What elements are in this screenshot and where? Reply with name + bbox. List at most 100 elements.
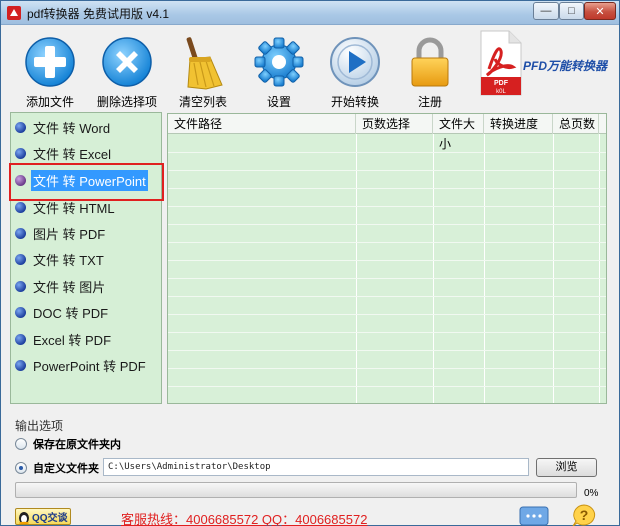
radio-button-checked[interactable] xyxy=(15,462,27,474)
radio-dot-icon xyxy=(15,280,26,292)
radio-dot-icon xyxy=(15,201,26,213)
conversion-item-image-to-pdf[interactable]: 图片 转 PDF xyxy=(15,222,159,244)
conversion-item-doc-to-pdf[interactable]: DOC 转 PDF xyxy=(15,301,159,323)
title-bar[interactable]: pdf转换器 免费试用版 v4.1 — □ ✕ xyxy=(1,1,619,25)
play-icon xyxy=(330,37,380,87)
gear-icon xyxy=(254,37,304,87)
radio-dot-icon xyxy=(15,253,26,265)
radio-dot-icon xyxy=(15,306,26,318)
svg-text:?: ? xyxy=(580,507,589,523)
grid-line xyxy=(168,170,606,171)
grid-line xyxy=(553,134,554,403)
settings-label: 设置 xyxy=(266,95,291,109)
column-header-file-path[interactable]: 文件路径 xyxy=(168,114,356,134)
grid-line xyxy=(168,206,606,207)
output-path-input[interactable]: C:\Users\Administrator\Desktop xyxy=(103,458,529,476)
output-options-title: 输出选项 xyxy=(15,419,64,433)
conversion-type-list: 文件 转 Word 文件 转 Excel 文件 转 PowerPoint 文件 … xyxy=(10,112,162,404)
broom-icon xyxy=(186,37,223,90)
option-keep-original-folder[interactable]: 保存在原文件夹内 xyxy=(15,436,121,452)
maximize-button[interactable]: □ xyxy=(559,2,584,20)
plus-icon xyxy=(25,37,75,87)
logo-sub-text: k0L xyxy=(496,89,506,95)
conversion-item-label: 文件 转 Excel xyxy=(33,146,112,162)
conversion-item-label: 文件 转 TXT xyxy=(33,252,104,268)
option-label: 保存在原文件夹内 xyxy=(33,439,121,451)
grid-line xyxy=(168,152,606,153)
conversion-item-excel-to-pdf[interactable]: Excel 转 PDF xyxy=(15,328,159,350)
start-convert-label: 开始转换 xyxy=(330,95,379,109)
conversion-item-image[interactable]: 文件 转 图片 xyxy=(15,275,159,297)
file-table[interactable]: 文件路径 页数选择 文件大小 转换进度 总页数 xyxy=(167,113,607,404)
remove-selected-button[interactable]: 删除选择项 xyxy=(87,31,167,109)
conversion-item-label: 文件 转 图片 xyxy=(33,279,106,295)
brand-name: PFD万能转换器 xyxy=(523,59,608,73)
grid-line xyxy=(168,188,606,189)
radio-dot-icon xyxy=(15,359,26,371)
logo-pdf-text: PDF xyxy=(494,80,509,87)
settings-button[interactable]: 设置 xyxy=(239,31,319,109)
add-files-label: 添加文件 xyxy=(25,95,74,109)
column-header-total-pages[interactable]: 总页数 xyxy=(553,114,599,134)
penguin-icon xyxy=(19,511,29,524)
column-header-file-size[interactable]: 文件大小 xyxy=(433,114,484,151)
window-title: pdf转换器 免费试用版 v4.1 xyxy=(27,7,170,21)
radio-dot-icon xyxy=(15,147,26,159)
progress-percent: 0% xyxy=(584,488,599,499)
app-icon xyxy=(7,6,21,20)
conversion-item-powerpoint-to-pdf[interactable]: PowerPoint 转 PDF xyxy=(15,354,159,376)
register-button[interactable]: 注册 xyxy=(390,31,470,109)
browse-button[interactable]: 浏览 xyxy=(536,458,597,477)
minimize-button[interactable]: — xyxy=(533,2,559,20)
table-header: 文件路径 页数选择 文件大小 转换进度 总页数 xyxy=(168,114,606,151)
radio-dot-icon xyxy=(15,227,26,239)
start-convert-button[interactable]: 开始转换 xyxy=(315,31,395,109)
grid-line xyxy=(599,134,600,403)
radio-dot-icon xyxy=(15,121,26,133)
grid-line xyxy=(168,260,606,261)
option-label: 自定义文件夹 xyxy=(33,463,99,475)
app-window: pdf转换器 免费试用版 v4.1 — □ ✕ 添加文件 删除选择项 清空列表 xyxy=(0,0,620,526)
column-header-page-select[interactable]: 页数选择 xyxy=(356,114,433,134)
grid-line xyxy=(168,278,606,279)
progress-bar xyxy=(15,482,577,498)
close-button[interactable]: ✕ xyxy=(584,2,616,20)
grid-line xyxy=(356,134,357,403)
clear-list-button[interactable]: 清空列表 xyxy=(163,31,243,109)
conversion-item-label: PowerPoint 转 PDF xyxy=(33,358,146,374)
grid-line xyxy=(168,332,606,333)
column-header-progress[interactable]: 转换进度 xyxy=(484,114,553,134)
qq-chat-button[interactable]: QQ交谈 xyxy=(15,508,71,525)
conversion-item-excel[interactable]: 文件 转 Excel xyxy=(15,142,159,164)
pdf-logo-icon: PDF k0L xyxy=(480,30,522,96)
help-icon[interactable]: ? xyxy=(571,503,597,526)
grid-line xyxy=(168,368,606,369)
grid-line xyxy=(168,224,606,225)
x-icon xyxy=(102,37,152,87)
option-custom-folder[interactable]: 自定义文件夹 xyxy=(15,460,99,476)
grid-line xyxy=(168,314,606,315)
grid-line xyxy=(484,134,485,403)
remove-selected-label: 删除选择项 xyxy=(96,95,157,109)
grid-line xyxy=(168,242,606,243)
grid-line xyxy=(433,134,434,403)
register-label: 注册 xyxy=(417,95,442,109)
add-files-button[interactable]: 添加文件 xyxy=(10,31,90,109)
lock-icon xyxy=(411,37,449,87)
conversion-item-label: 图片 转 PDF xyxy=(33,226,106,242)
grid-line xyxy=(168,386,606,387)
radio-button[interactable] xyxy=(15,438,27,450)
qq-chat-label: QQ交谈 xyxy=(32,513,68,524)
conversion-item-label: DOC 转 PDF xyxy=(33,305,109,321)
conversion-item-txt[interactable]: 文件 转 TXT xyxy=(15,248,159,270)
grid-line xyxy=(168,350,606,351)
clear-list-label: 清空列表 xyxy=(178,95,227,109)
conversion-item-word[interactable]: 文件 转 Word xyxy=(15,116,159,138)
conversion-item-label: 文件 转 Word xyxy=(33,120,111,136)
selection-highlight-box xyxy=(9,163,164,201)
radio-dot-icon xyxy=(15,333,26,345)
chat-bubble-icon[interactable] xyxy=(519,506,549,526)
grid-line xyxy=(168,296,606,297)
hotline-link[interactable]: 客服热线：4006685572 QQ：4006685572 xyxy=(121,509,367,526)
conversion-item-label: Excel 转 PDF xyxy=(33,332,112,348)
